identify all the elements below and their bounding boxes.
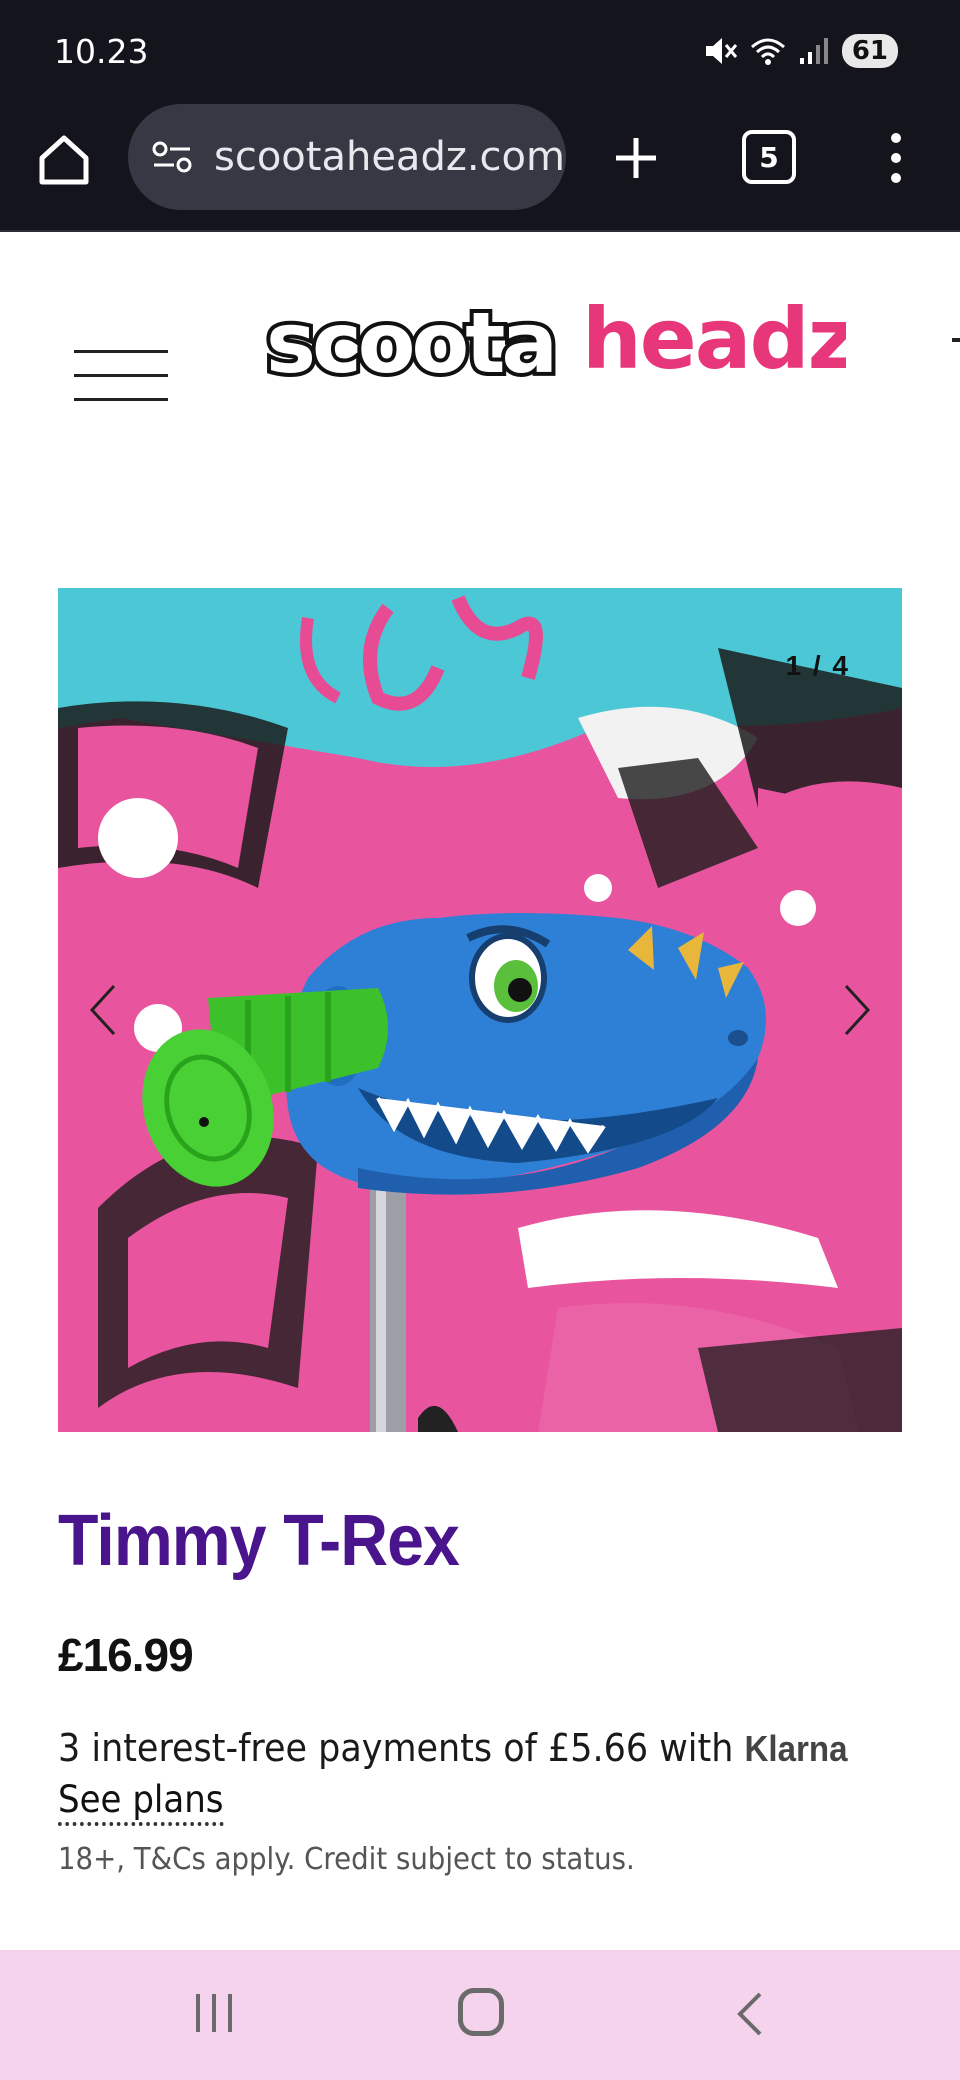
site-logo[interactable]: scoota headz — [260, 292, 846, 398]
site-settings-icon[interactable] — [150, 137, 194, 177]
status-icons: 61 — [704, 34, 898, 68]
status-bar: 10.23 61 — [0, 0, 960, 100]
new-tab-icon[interactable] — [604, 126, 668, 190]
address-bar[interactable]: scootaheadz.com — [128, 104, 566, 210]
gallery-counter: 1 / 4 — [785, 650, 850, 681]
hamburger-menu-icon[interactable] — [74, 350, 168, 402]
tab-switcher-icon[interactable]: 5 — [742, 130, 796, 184]
product-price: £16.99 — [58, 1629, 194, 1681]
mute-icon — [705, 38, 737, 64]
see-plans-link[interactable]: See plans — [58, 1778, 224, 1826]
chevron-right-icon[interactable] — [840, 982, 874, 1038]
battery-icon: 61 — [841, 34, 898, 68]
status-time: 10.23 — [54, 32, 149, 71]
url-text[interactable]: scootaheadz.com — [214, 134, 565, 180]
klarna-installments: 3 interest-free payments of £5.66 with K… — [58, 1726, 848, 1770]
site-header: scoota headz — [0, 234, 960, 454]
home-icon[interactable] — [34, 130, 94, 190]
product-photo — [58, 588, 902, 1432]
more-menu-icon[interactable] — [872, 126, 920, 190]
back-icon[interactable] — [734, 1990, 764, 2038]
logo-scoota: scoota — [266, 294, 554, 392]
installments-text: 3 interest-free payments of £5.66 with — [58, 1726, 734, 1770]
signal-icon — [799, 38, 828, 64]
logo-headz: headz — [582, 292, 846, 388]
cart-icon-edge[interactable] — [952, 338, 960, 342]
product-title: Timmy T-Rex — [58, 1501, 460, 1581]
browser-toolbar: scootaheadz.com 5 — [0, 100, 960, 232]
chevron-left-icon[interactable] — [86, 982, 120, 1038]
wifi-icon — [750, 38, 785, 65]
system-nav-bar — [0, 1950, 960, 2080]
home-circle-icon[interactable] — [458, 1988, 504, 2036]
product-image-gallery[interactable]: 1 / 4 — [58, 588, 902, 1432]
credit-disclaimer: 18+, T&Cs apply. Credit subject to statu… — [58, 1842, 635, 1877]
recents-icon[interactable] — [192, 1992, 236, 2034]
klarna-logo: Klarna — [744, 1728, 848, 1769]
